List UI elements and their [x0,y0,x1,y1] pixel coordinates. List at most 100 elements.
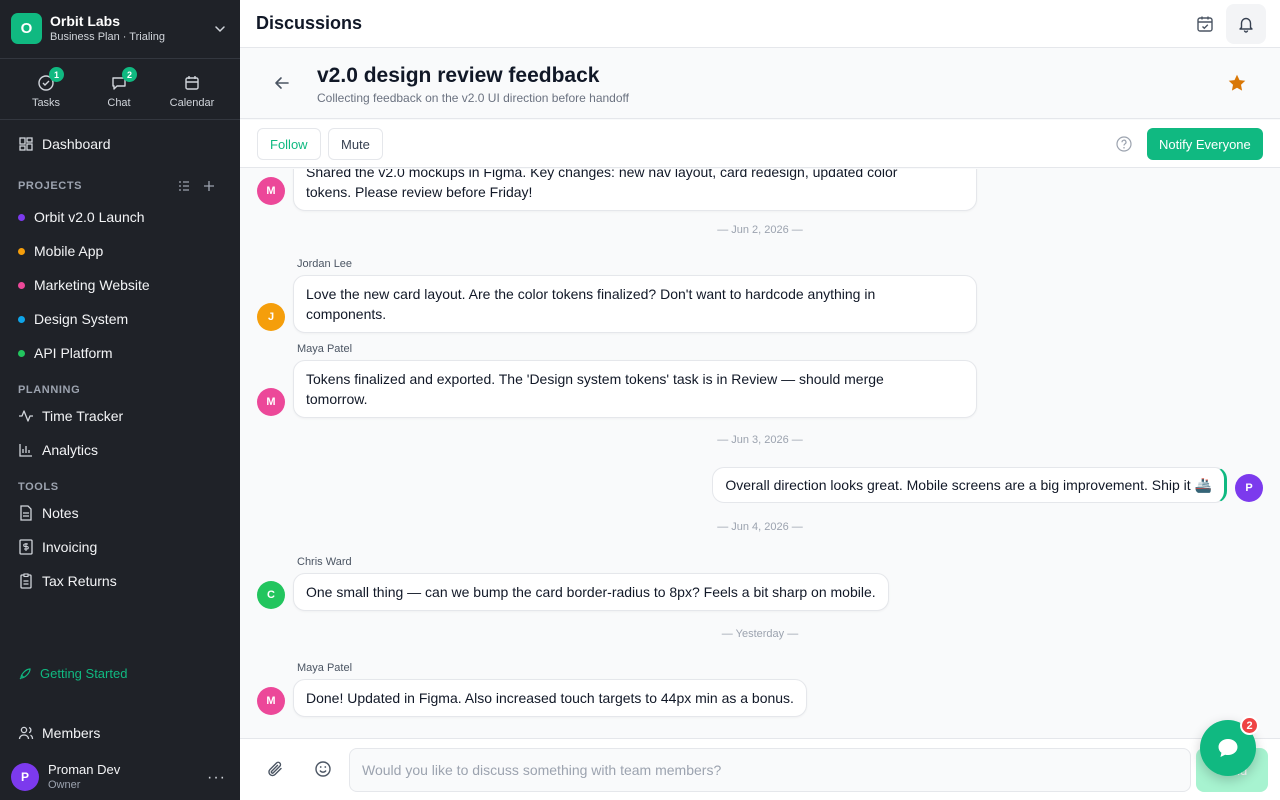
message-author: Chris Ward [297,556,352,568]
date-separator: — Jun 3, 2026 — [717,434,803,446]
avatar: C [257,581,285,609]
workspace-switcher[interactable]: O Orbit Labs Business Plan · Trialing [0,0,240,59]
add-project-icon[interactable] [203,179,215,197]
user-role: Owner [48,779,81,791]
project-label: Mobile App [34,243,104,259]
dollar-receipt-icon [18,539,34,555]
tasks-badge: 1 [49,67,64,82]
sidebar-item-analytics[interactable]: Analytics [0,435,240,465]
tools-section-title: TOOLS [18,481,59,493]
date-separator: — Yesterday — [721,628,799,640]
calendar-check-button[interactable] [1185,4,1225,44]
message-bubble: Done! Updated in Figma. Also increased t… [293,679,807,717]
project-label: API Platform [34,345,113,361]
message-text: tokens. Please review before Friday! [306,184,533,200]
mute-button[interactable]: Mute [328,128,383,160]
planning-section-title: PLANNING [18,384,81,396]
sidebar-item-project[interactable]: Marketing Website [0,270,240,300]
sidebar-item-members[interactable]: Members [0,718,240,748]
message-bubble: Love the new card layout. Are the color … [293,275,977,333]
avatar: J [257,303,285,331]
sidebar-item-tax-returns[interactable]: Tax Returns [0,566,240,596]
message-text: Shared the v2.0 mockups in Figma. Key ch… [306,169,898,180]
list-view-icon[interactable] [178,179,190,197]
project-color-dot [18,213,25,221]
sidebar-item-dashboard[interactable]: Dashboard [0,129,240,159]
sidebar-item-invoicing[interactable]: Invoicing [0,532,240,562]
sidebar-item-label: Notes [42,505,79,521]
user-name: Proman Dev [48,762,121,777]
workspace-logo: O [11,13,42,44]
avatar: M [257,177,285,205]
date-separator: — Jun 4, 2026 — [717,521,803,533]
quick-actions: 1 Tasks 2 Chat Calendar [0,60,240,120]
help-icon[interactable] [1116,136,1132,157]
avatar: M [257,388,285,416]
dashboard-icon [18,136,34,152]
message-author: Maya Patel [297,343,353,355]
quick-action-chat[interactable]: 2 Chat [89,67,149,109]
chat-icon: 2 [110,67,137,92]
more-options-icon[interactable]: ··· [207,769,226,787]
date-separator: — Jun 2, 2026 — [717,224,803,236]
getting-started-link[interactable]: Getting Started [18,666,127,681]
message-text: Overall direction looks great. Mobile sc… [725,477,1212,493]
user-profile[interactable]: P Proman Dev Owner ··· [0,755,240,800]
file-icon [18,505,34,521]
quick-action-calendar[interactable]: Calendar [162,74,222,109]
message-text: tomorrow. [306,391,368,407]
message-text: One small thing — can we bump the card b… [306,584,876,600]
thread-subtitle: Collecting feedback on the v2.0 UI direc… [317,91,629,105]
paperclip-icon[interactable] [266,760,284,783]
message-text: components. [306,306,387,322]
sidebar-item-label: Invoicing [42,539,98,555]
sidebar-item-project[interactable]: Orbit v2.0 Launch [0,202,240,232]
chevron-down-icon [214,22,226,40]
avatar: P [1235,474,1263,502]
sidebar-item-project[interactable]: API Platform [0,338,240,368]
message-bubble: Shared the v2.0 mockups in Figma. Key ch… [293,169,977,211]
follow-button[interactable]: Follow [257,128,321,160]
message-text: Love the new card layout. Are the color … [306,286,876,302]
calendar-icon [183,74,201,92]
own-message-bubble: Overall direction looks great. Mobile sc… [712,467,1227,503]
sidebar-item-time-tracker[interactable]: Time Tracker [0,401,240,431]
page-title: Discussions [256,13,363,33]
notify-everyone-button[interactable]: Notify Everyone [1147,128,1263,160]
back-arrow-icon[interactable] [273,74,291,97]
top-bar: Discussions [240,0,1280,48]
sidebar-item-label: Tax Returns [42,573,117,589]
thread-header: v2.0 design review feedback Collecting f… [240,49,1280,119]
workspace-name: Orbit Labs [50,13,121,29]
emoji-icon[interactable] [314,760,332,783]
quick-action-label: Tasks [31,97,61,109]
getting-started-label: Getting Started [40,666,128,681]
project-color-dot [18,281,25,289]
notifications-button[interactable] [1226,4,1266,44]
sidebar: O Orbit Labs Business Plan · Trialing 1 … [0,0,240,800]
project-label: Orbit v2.0 Launch [34,209,145,225]
star-icon[interactable] [1227,73,1247,98]
sidebar-item-label: Time Tracker [42,408,124,424]
project-color-dot [18,349,25,357]
thread-action-bar: Follow Mute Notify Everyone [240,120,1280,168]
sidebar-item-project[interactable]: Mobile App [0,236,240,266]
users-icon [18,725,34,741]
project-label: Design System [34,311,129,327]
quick-action-label: Calendar [169,97,215,109]
chat-badge: 2 [122,67,137,82]
tasks-icon: 1 [37,67,64,92]
main-content: Discussions v2.0 design review feedback … [240,0,1280,800]
quick-action-tasks[interactable]: 1 Tasks [16,67,76,109]
message-input[interactable] [349,748,1191,792]
activity-icon [18,408,34,424]
message-bubble: One small thing — can we bump the card b… [293,573,889,611]
sidebar-item-label: Analytics [42,442,99,458]
sidebar-item-project[interactable]: Design System [0,304,240,334]
message-text: Done! Updated in Figma. Also increased t… [306,690,794,706]
sidebar-item-notes[interactable]: Notes [0,498,240,528]
message-list: M Shared the v2.0 mockups in Figma. Key … [240,169,1280,738]
message-author: Jordan Lee [297,258,353,270]
message-author: Maya Patel [297,662,353,674]
chat-fab-badge: 2 [1240,716,1259,735]
